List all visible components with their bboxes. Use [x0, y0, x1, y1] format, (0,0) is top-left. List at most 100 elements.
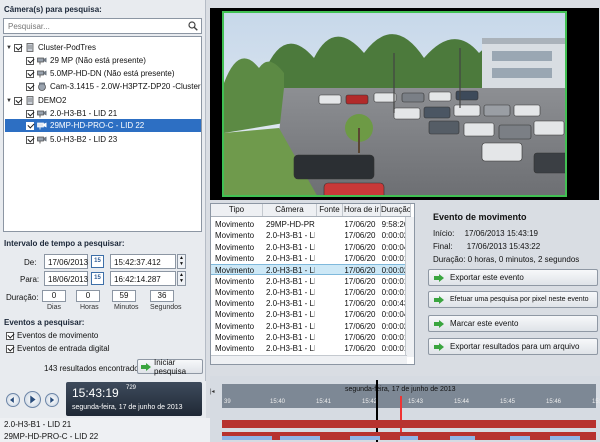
motion-events-checkbox[interactable] [6, 331, 14, 340]
export-event-button[interactable]: Exportar este evento [428, 269, 598, 286]
to-date-field[interactable]: 18/06/2013 [44, 271, 88, 286]
table-cell: Movimento [215, 333, 255, 342]
tree-node-camera[interactable]: 29 MP (Não está presente) [26, 54, 146, 67]
tree-node-camera-selected[interactable]: 29MP-HD-PRO-C - LID 22 [5, 119, 201, 132]
column-header[interactable]: Câmera [263, 204, 317, 216]
video-image [224, 13, 565, 195]
camera-checkbox[interactable] [26, 56, 34, 65]
camera-checkbox[interactable] [26, 69, 34, 78]
table-row[interactable]: Movimento 2.0-H3-B1 - LI 17/06/20 0:00:01 [211, 253, 407, 264]
camera-checkbox[interactable] [26, 82, 34, 91]
timeline-nav-left-icon[interactable]: |◂ [210, 388, 218, 395]
timeline-tick-label: 15:41 [316, 399, 332, 405]
camera-checkbox[interactable] [26, 121, 34, 130]
arrow-right-icon [434, 295, 444, 304]
duration-minutes[interactable]: 59 [112, 290, 136, 302]
pixel-search-button[interactable]: Efetuar uma pesquisa por pixel neste eve… [428, 291, 598, 308]
table-row[interactable]: Movimento 2.0-H3-B1 - LI 17/06/20 0:00:02 [211, 230, 407, 241]
forward-button[interactable] [45, 393, 59, 407]
table-row[interactable]: Movimento 2.0-H3-B1 - LI 17/06/20 0:00:43 [211, 298, 407, 309]
camera-tree[interactable]: ▼ Cluster-PodTres 29 MP (Não está presen… [3, 36, 202, 232]
search-icon[interactable] [188, 21, 198, 31]
motion-segment[interactable] [350, 436, 380, 440]
start-search-button[interactable]: Iniciar pesquisa [137, 358, 203, 376]
from-time-field[interactable]: 15:42:37.412 [110, 254, 176, 269]
camera-checkbox[interactable] [26, 135, 34, 144]
table-cell: 2.0-H3-B1 - LI [265, 321, 315, 331]
duration-hours[interactable]: 0 [76, 290, 100, 302]
table-cell: 0:00:01 [381, 344, 408, 354]
from-time-spinner[interactable]: ▲ ▼ [177, 254, 186, 269]
tree-node-camera[interactable]: Cam-3.1415 - 2.0W-H3PTZ-DP20 -Cluster Po… [26, 80, 201, 93]
arrow-right-icon [434, 273, 444, 282]
table-row[interactable]: Movimento 2.0-H3-B1 - LI 17/06/20 0:00:02 [211, 321, 407, 332]
table-cell: 0:00:43 [381, 299, 408, 309]
play-button[interactable] [24, 391, 41, 408]
video-frame[interactable] [222, 11, 567, 197]
duration-days[interactable]: 0 [42, 290, 66, 302]
playback-millis: 729 [126, 385, 137, 391]
table-cell: 2.0-H3-B1 - LI [265, 231, 315, 241]
camera-icon [37, 110, 47, 118]
table-row[interactable]: Movimento 2.0-H3-B1 - LI 17/06/20 0:00:04 [211, 242, 407, 253]
tree-node-label: DEMO2 [38, 96, 67, 105]
table-row[interactable]: Movimento 2.0-H3-B1 - LI 17/06/20 0:00:01 [211, 287, 407, 298]
server-checkbox[interactable] [14, 43, 22, 52]
table-cell: 17/06/20 [344, 287, 376, 297]
rewind-button[interactable] [6, 393, 20, 407]
table-cell: Movimento [215, 299, 255, 309]
motion-segment[interactable] [400, 436, 418, 440]
duration-seconds[interactable]: 36 [150, 290, 174, 302]
to-time-spinner[interactable]: ▲ ▼ [177, 271, 186, 286]
tree-node-camera[interactable]: 5.0-H3-B2 - LID 23 [26, 133, 117, 146]
results-table[interactable]: Tipo Câmera Fonte Hora de ir Duração Mov… [210, 203, 415, 365]
camera-checkbox[interactable] [26, 109, 34, 118]
motion-segment[interactable] [280, 436, 320, 440]
motion-events-option[interactable]: Eventos de movimento [6, 331, 98, 340]
table-row[interactable]: Movimento 2.0-H3-B1 - LI 17/06/20 0:00:04 [211, 309, 407, 320]
table-cell: 2.0-H3-B1 - LI [265, 242, 315, 252]
to-time-field[interactable]: 16:42:14.287 [110, 271, 176, 286]
table-row[interactable]: Movimento 2.0-H3-B1 - LI 17/06/20 0:00:01 [211, 343, 407, 354]
table-row[interactable]: Movimento 2.0-H3-B1 - LI 17/06/20 0:00:01 [211, 332, 407, 343]
calendar-icon[interactable]: 15 [91, 255, 104, 268]
column-header[interactable]: Hora de ir [343, 204, 381, 216]
server-checkbox[interactable] [14, 96, 22, 105]
time-range-title: Intervalo de tempo a pesquisar: [4, 239, 125, 248]
table-cell: 2.0-H3-B1 - LI [265, 333, 315, 342]
timeline-lane-1[interactable] [222, 420, 596, 428]
motion-segment[interactable] [550, 436, 580, 440]
table-cell [315, 276, 341, 287]
table-cell [315, 265, 341, 274]
column-header[interactable]: Tipo [211, 204, 263, 216]
motion-segment[interactable] [450, 436, 475, 440]
server-icon [26, 43, 34, 52]
motion-segment[interactable] [510, 436, 530, 440]
from-date-field[interactable]: 17/06/2013 [44, 254, 88, 269]
collapse-icon[interactable]: ▼ [6, 98, 14, 104]
column-header[interactable]: Duração [381, 204, 411, 216]
bookmark-event-button[interactable]: Marcar este evento [428, 315, 598, 332]
tree-node-server[interactable]: ▼ Cluster-PodTres [6, 41, 96, 54]
vertical-scrollbar[interactable] [405, 217, 414, 357]
horizontal-scrollbar[interactable] [211, 355, 407, 364]
collapse-icon[interactable]: ▼ [6, 45, 14, 51]
camera-search-input[interactable]: Pesquisar... [3, 18, 202, 34]
table-row[interactable]: Movimento 2.0-H3-B1 - LI 17/06/20 0:00:02 [211, 264, 407, 276]
timeline[interactable]: |◂ segunda-feira, 17 de junho de 2013 39… [210, 376, 600, 442]
tree-node-camera[interactable]: 5.0MP-HD-DN (Não está presente) [26, 67, 174, 80]
motion-segment[interactable] [222, 436, 272, 440]
table-row[interactable]: Movimento 2.0-H3-B1 - LI 17/06/20 0:00:01 [211, 276, 407, 287]
table-cell: 0:00:01 [381, 276, 408, 286]
table-cell: 0:00:04 [381, 310, 408, 320]
video-panel[interactable] [210, 8, 599, 200]
tree-node-server[interactable]: ▼ DEMO2 [6, 94, 66, 107]
tree-node-label: 5.0MP-HD-DN (Não está presente) [50, 69, 175, 78]
calendar-icon[interactable]: 15 [91, 272, 104, 285]
export-results-button[interactable]: Exportar resultados para um arquivo [428, 338, 598, 355]
digital-events-checkbox[interactable] [6, 344, 14, 353]
column-header[interactable]: Fonte [317, 204, 343, 216]
table-cell: 2.0-H3-B1 - LI [265, 253, 315, 263]
table-row[interactable]: Movimento 29MP-HD-PR 17/06/20 9:58:26 [211, 219, 407, 230]
digital-events-option[interactable]: Eventos de entrada digital [6, 344, 110, 353]
